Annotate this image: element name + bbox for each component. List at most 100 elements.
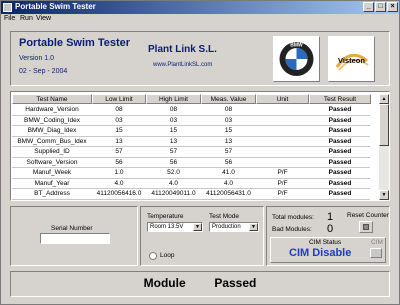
temperature-label: Temperature [147, 213, 184, 220]
results-table[interactable]: Test Name Low Limit High Limit Meas. Val… [10, 91, 390, 201]
bad-modules-label: Bad Modules: [272, 226, 312, 233]
serial-number-input[interactable] [40, 233, 110, 244]
test-mode-select[interactable]: Production ▼ [209, 222, 259, 232]
svg-text:Visteon: Visteon [338, 56, 365, 65]
table-cell: 56 [169, 158, 178, 166]
table-cell: 56 [224, 158, 233, 166]
bmw-logo: BMW [273, 36, 320, 82]
menu-file[interactable]: File [4, 15, 15, 22]
table-cell: 1.0 [114, 169, 124, 176]
col-test-result[interactable]: Test Result [309, 94, 371, 104]
temperature-value: Room 13.5V [150, 224, 184, 230]
table-cell: 56 [115, 158, 123, 166]
reset-icon [363, 224, 369, 230]
scroll-up-button[interactable]: ▲ [379, 94, 389, 104]
table-cell: Passed [328, 106, 352, 113]
table-cell: 52.0 [167, 169, 180, 176]
scroll-down-button[interactable]: ▼ [379, 190, 389, 200]
col-high-limit[interactable]: High Limit [146, 94, 201, 104]
table-cell: 03 [224, 116, 233, 124]
minimize-button[interactable]: _ [363, 2, 374, 12]
table-cell: 08 [169, 106, 178, 113]
module-result: Passed [214, 276, 257, 290]
table-cell: P/F [277, 190, 288, 197]
col-test-name[interactable]: Test Name [12, 94, 92, 104]
cim-status-label: CIM Status [309, 239, 342, 246]
table-row-name: Hardware_Version [25, 106, 79, 113]
table-row-name: BMW_Coding_Idex [24, 116, 80, 124]
table-cell [256, 105, 309, 114]
chevron-down-icon[interactable]: ▼ [249, 223, 258, 231]
table-cell [256, 158, 309, 167]
table-cell: 08 [115, 106, 123, 113]
test-mode-value: Production [212, 224, 241, 230]
menu-view[interactable]: View [36, 15, 51, 22]
loop-radio[interactable] [149, 252, 157, 260]
date-label: 02 - Sep - 2004 [19, 68, 68, 75]
table-cell [256, 116, 309, 125]
counter-panel: Total modules: 1 Bad Modules: 0 Reset Co… [266, 206, 390, 266]
col-low-limit[interactable]: Low Limit [92, 94, 146, 104]
table-cell [256, 126, 309, 135]
row-divider [12, 198, 370, 200]
table-cell: P/F [277, 179, 288, 187]
reset-counter-button[interactable] [359, 221, 373, 233]
table-cell: 15 [224, 127, 233, 134]
app-icon [3, 3, 12, 12]
visteon-logo: Visteon [328, 36, 375, 82]
table-row-name: Manuf_Year [34, 179, 70, 187]
total-modules-label: Total modules: [272, 214, 314, 221]
table-cell: 57 [115, 148, 123, 155]
header-panel: Portable Swim Tester Version 1.0 02 - Se… [10, 31, 390, 86]
table-cell: 03 [169, 116, 178, 124]
col-meas-value[interactable]: Meas. Value [201, 94, 256, 104]
table-row-name: Manuf_Week [32, 169, 72, 176]
table-cell: P/F [277, 169, 288, 176]
loop-label: Loop [160, 252, 175, 259]
table-cell: 4.0 [168, 179, 179, 187]
col-unit[interactable]: Unit [256, 94, 309, 104]
chevron-down-icon[interactable]: ▼ [193, 223, 202, 231]
table-cell: 41120056416.0 [96, 190, 142, 197]
reset-counter-label: Reset Counter [347, 212, 389, 219]
table-cell: Passed [328, 116, 352, 124]
table-cell: 57 [224, 148, 233, 155]
serial-panel: Serial Number [10, 206, 138, 266]
cim-toggle[interactable] [370, 248, 382, 258]
title-bar[interactable]: Portable Swim Tester _ □ × [1, 1, 399, 14]
table-cell: 41120049011.0 [151, 190, 196, 197]
total-modules-value: 1 [327, 211, 334, 223]
bad-modules-value: 0 [327, 223, 334, 235]
table-row-name: BMW_Diag_Idex [27, 127, 77, 134]
app-window: Portable Swim Tester _ □ × File Run View… [0, 0, 400, 305]
maximize-button[interactable]: □ [375, 2, 386, 12]
cim-status-value: CIM Disable [289, 247, 352, 259]
table-cell: 13 [115, 137, 123, 145]
status-bar: Module Passed [10, 271, 390, 297]
table-cell: 4.0 [223, 179, 234, 187]
menu-run[interactable]: Run [20, 15, 33, 22]
table-cell: 41120056431.0 [206, 190, 251, 197]
table-cell: Passed [328, 179, 352, 187]
website-label: www.PlantLinkSL.com [153, 62, 213, 68]
table-cell: Passed [328, 169, 352, 176]
table-scrollbar[interactable]: ▲ ▼ [379, 94, 389, 200]
temperature-select[interactable]: Room 13.5V ▼ [147, 222, 203, 232]
table-cell: Passed [328, 158, 352, 166]
test-mode-label: Test Mode [209, 213, 239, 220]
version-label: Version 1.0 [19, 55, 55, 62]
table-cell: 13 [169, 137, 178, 145]
serial-label: Serial Number [51, 225, 93, 232]
table-cell: 13 [224, 137, 233, 145]
config-panel: Temperature Room 13.5V ▼ Test Mode Produ… [140, 206, 264, 266]
table-cell: 08 [224, 106, 233, 113]
close-button[interactable]: × [387, 2, 398, 12]
scroll-thumb[interactable] [379, 104, 389, 146]
window-title: Portable Swim Tester [15, 2, 96, 11]
table-row-name: BT_Address [34, 190, 70, 197]
table-row-name: BMW_Comm_Bus_Idex [17, 137, 87, 145]
product-title: Portable Swim Tester [19, 37, 131, 49]
table-cell: 57 [169, 148, 178, 155]
svg-text:BMW: BMW [290, 43, 303, 49]
menu-bar: File Run View [1, 14, 399, 25]
